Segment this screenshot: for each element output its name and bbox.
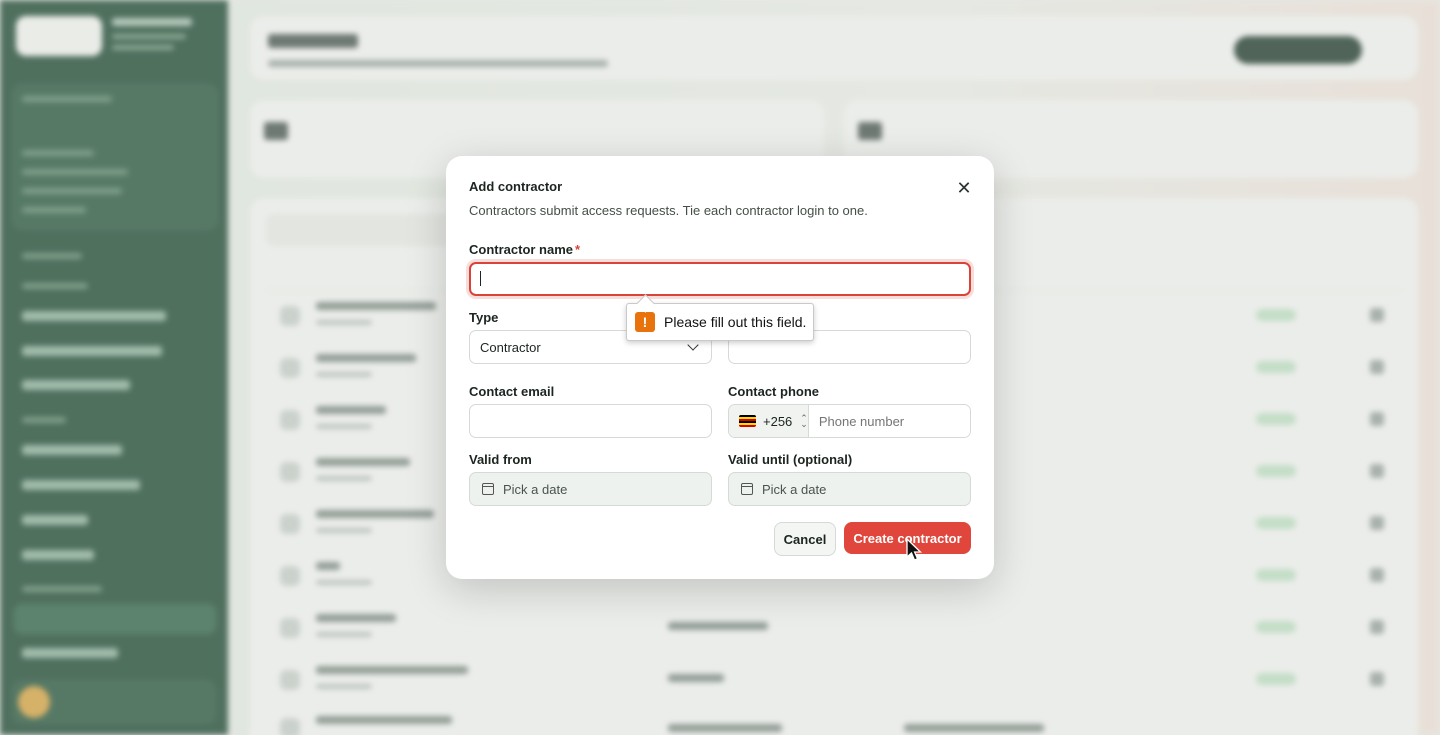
type-selected-value: Contractor <box>480 339 541 355</box>
contact-email-label: Contact email <box>469 384 555 399</box>
required-marker: * <box>575 242 581 257</box>
valid-until-label: Valid until (optional) <box>728 452 853 467</box>
dialog-description: Contractors submit access requests. Tie … <box>469 203 868 218</box>
chevron-down-icon <box>687 339 699 351</box>
calendar-icon <box>741 483 753 495</box>
valid-from-placeholder: Pick a date <box>503 481 568 497</box>
validation-message: Please fill out this field. <box>664 314 807 330</box>
dialog-title: Add contractor <box>469 179 563 194</box>
type-label: Type <box>469 310 499 325</box>
country-code: +256 <box>763 413 793 429</box>
valid-until-placeholder: Pick a date <box>762 481 827 497</box>
valid-until-date-picker[interactable]: Pick a date <box>728 472 971 506</box>
validation-tooltip: ! Please fill out this field. <box>626 303 814 341</box>
calendar-icon <box>482 483 494 495</box>
valid-from-date-picker[interactable]: Pick a date <box>469 472 712 506</box>
close-icon[interactable]: ✕ <box>953 177 975 199</box>
text-caret <box>480 271 481 286</box>
country-code-select[interactable]: +256 ⌃ ⌄ <box>729 405 809 437</box>
uganda-flag-icon <box>739 415 756 427</box>
contact-phone-field: +256 ⌃ ⌄ <box>728 404 971 438</box>
contact-email-input[interactable] <box>469 404 712 438</box>
contractor-name-label: Contractor name * <box>469 242 580 257</box>
updown-icon: ⌃ ⌄ <box>800 413 808 429</box>
mouse-cursor-icon <box>906 538 923 561</box>
label-text: Contractor name <box>469 242 574 257</box>
cancel-button[interactable]: Cancel <box>774 522 836 556</box>
contractor-name-input[interactable] <box>469 262 971 296</box>
phone-number-input[interactable] <box>808 405 970 437</box>
valid-from-label: Valid from <box>469 452 532 467</box>
warning-icon: ! <box>635 312 655 332</box>
add-contractor-dialog: Add contractor Contractors submit access… <box>446 156 994 579</box>
contact-phone-label: Contact phone <box>728 384 819 399</box>
